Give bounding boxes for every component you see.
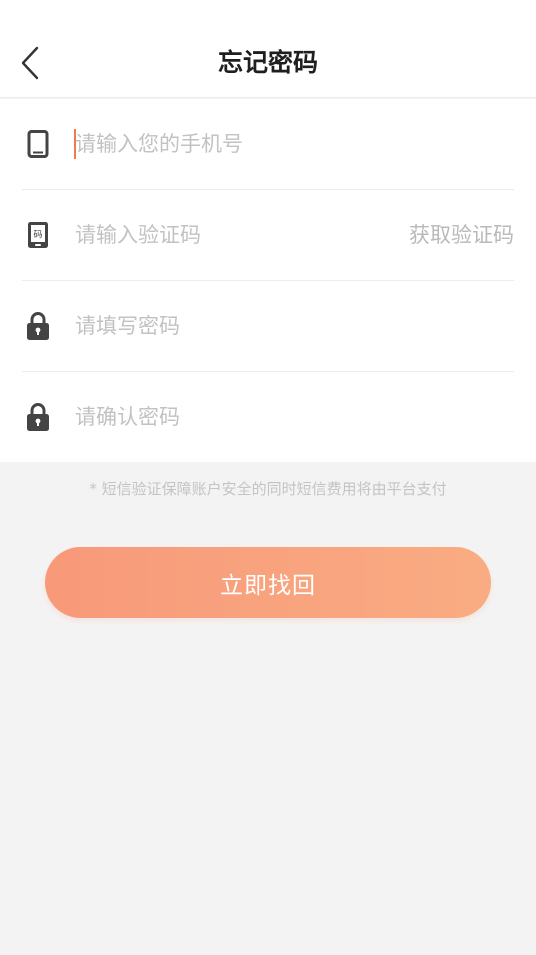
- password-input[interactable]: [75, 305, 375, 347]
- page-title: 忘记密码: [217, 48, 318, 77]
- header-bar: 忘记密码: [0, 0, 536, 98]
- confirm-password-row: [22, 372, 514, 463]
- phone-input[interactable]: [75, 123, 375, 165]
- lock-icon: [24, 401, 52, 433]
- sms-notice: * 短信验证保障账户安全的同时短信费用将由平台支付: [89, 480, 447, 498]
- verification-code-input[interactable]: [75, 214, 375, 256]
- phone-row: [22, 99, 514, 190]
- confirm-password-input[interactable]: [75, 396, 375, 438]
- svg-text:码: 码: [33, 230, 42, 241]
- get-code-button[interactable]: 获取验证码: [409, 214, 514, 256]
- sms-code-icon: 码: [24, 219, 52, 251]
- code-row: 码 获取验证码: [22, 190, 514, 281]
- password-row: [22, 281, 514, 372]
- recover-button[interactable]: 立即找回: [45, 547, 491, 618]
- phone-icon: [24, 128, 52, 160]
- lock-icon: [24, 310, 52, 342]
- reset-form: 码 获取验证码: [0, 99, 536, 462]
- text-caret: [74, 129, 76, 159]
